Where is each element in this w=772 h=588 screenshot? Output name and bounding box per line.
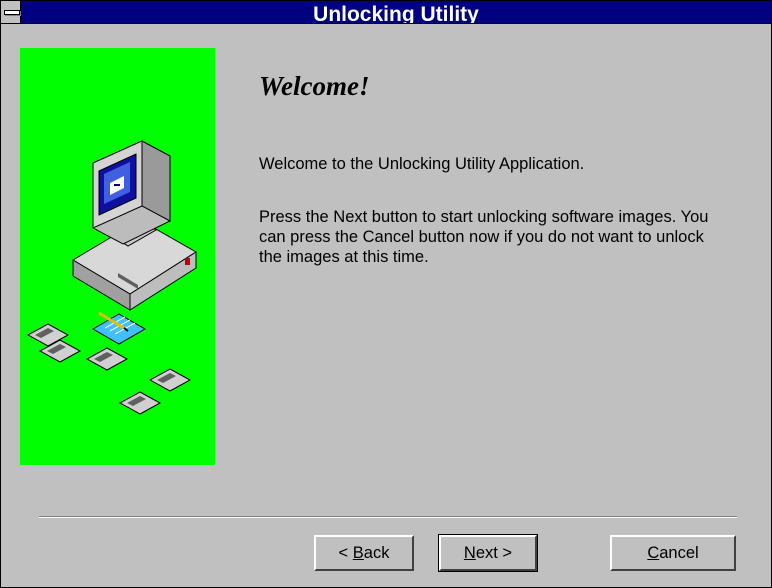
next-button-mnemonic: N (463, 543, 476, 562)
back-button-prefix: < (338, 543, 353, 562)
next-button-suffix: > (497, 543, 513, 562)
computer-illustration-icon (26, 140, 197, 415)
cancel-button-mnemonic: C (647, 543, 660, 562)
instructions-text: Press the Next button to start unlocking… (259, 208, 709, 266)
unlocking-utility-window: Unlocking Utility Welcome! Welcome to th… (0, 0, 772, 588)
back-button-mnemonic: B (352, 543, 364, 562)
next-button[interactable]: Next > (438, 534, 538, 572)
welcome-message: Welcome to the Unlocking Utility Applica… (259, 155, 585, 173)
title-bar[interactable]: Unlocking Utility (1, 1, 771, 24)
system-menu-icon[interactable] (1, 1, 21, 23)
cancel-button[interactable]: Cancel (610, 535, 736, 571)
wizard-illustration (20, 48, 215, 465)
welcome-heading: Welcome! (259, 71, 370, 101)
next-button-label: ext (475, 543, 498, 562)
back-button[interactable]: < Back (314, 535, 414, 571)
back-button-label: ack (363, 543, 390, 562)
window-title: Unlocking Utility (313, 3, 479, 23)
cancel-button-label: ancel (659, 543, 699, 562)
button-separator (39, 516, 737, 518)
